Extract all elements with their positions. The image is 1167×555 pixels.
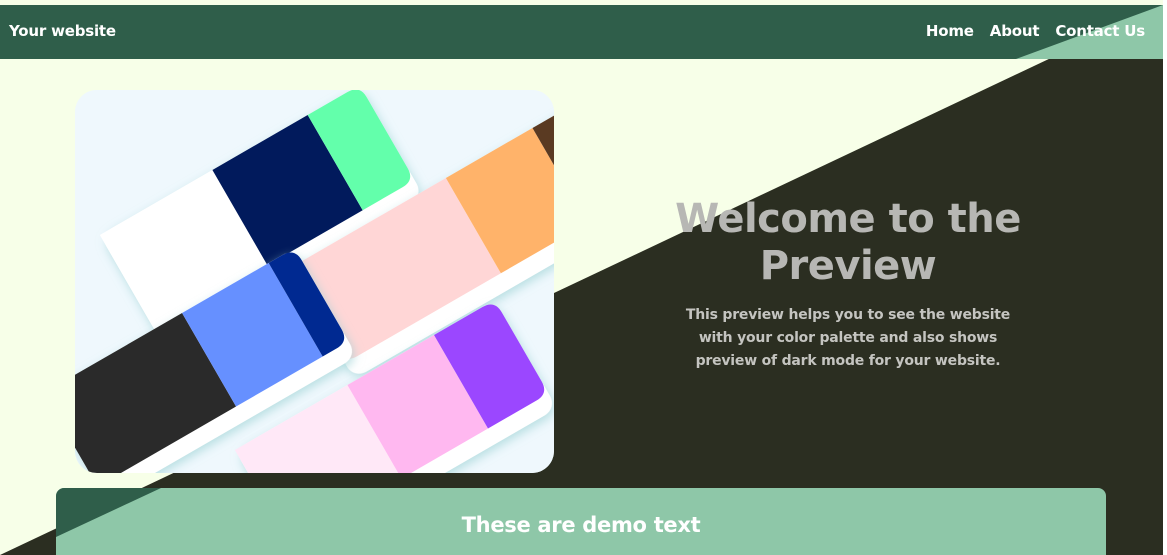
- site-brand[interactable]: Your website: [9, 22, 116, 40]
- demo-title: These are demo text: [461, 513, 701, 537]
- navbar: Your website Home About Contact Us: [0, 5, 1163, 59]
- hero-palette-image: [75, 90, 554, 473]
- nav-link-about[interactable]: About: [990, 22, 1040, 40]
- hero-title-line-1: Welcome to the: [675, 196, 1021, 242]
- nav-link-contact-us[interactable]: Contact Us: [1055, 22, 1145, 40]
- hero-description: This preview helps you to see the websit…: [685, 307, 1011, 369]
- nav-links: Home About Contact Us: [926, 22, 1145, 40]
- demo-card: These are demo text: [56, 488, 1106, 555]
- palette-cards-illustration: [75, 90, 554, 473]
- hero-text-block: Welcome to the Preview This preview help…: [648, 196, 1048, 373]
- nav-link-home[interactable]: Home: [926, 22, 974, 40]
- hero-title-line-2: Preview: [759, 243, 937, 289]
- page: Your website Home About Contact Us Welco…: [0, 0, 1163, 555]
- hero-title: Welcome to the Preview: [648, 196, 1048, 290]
